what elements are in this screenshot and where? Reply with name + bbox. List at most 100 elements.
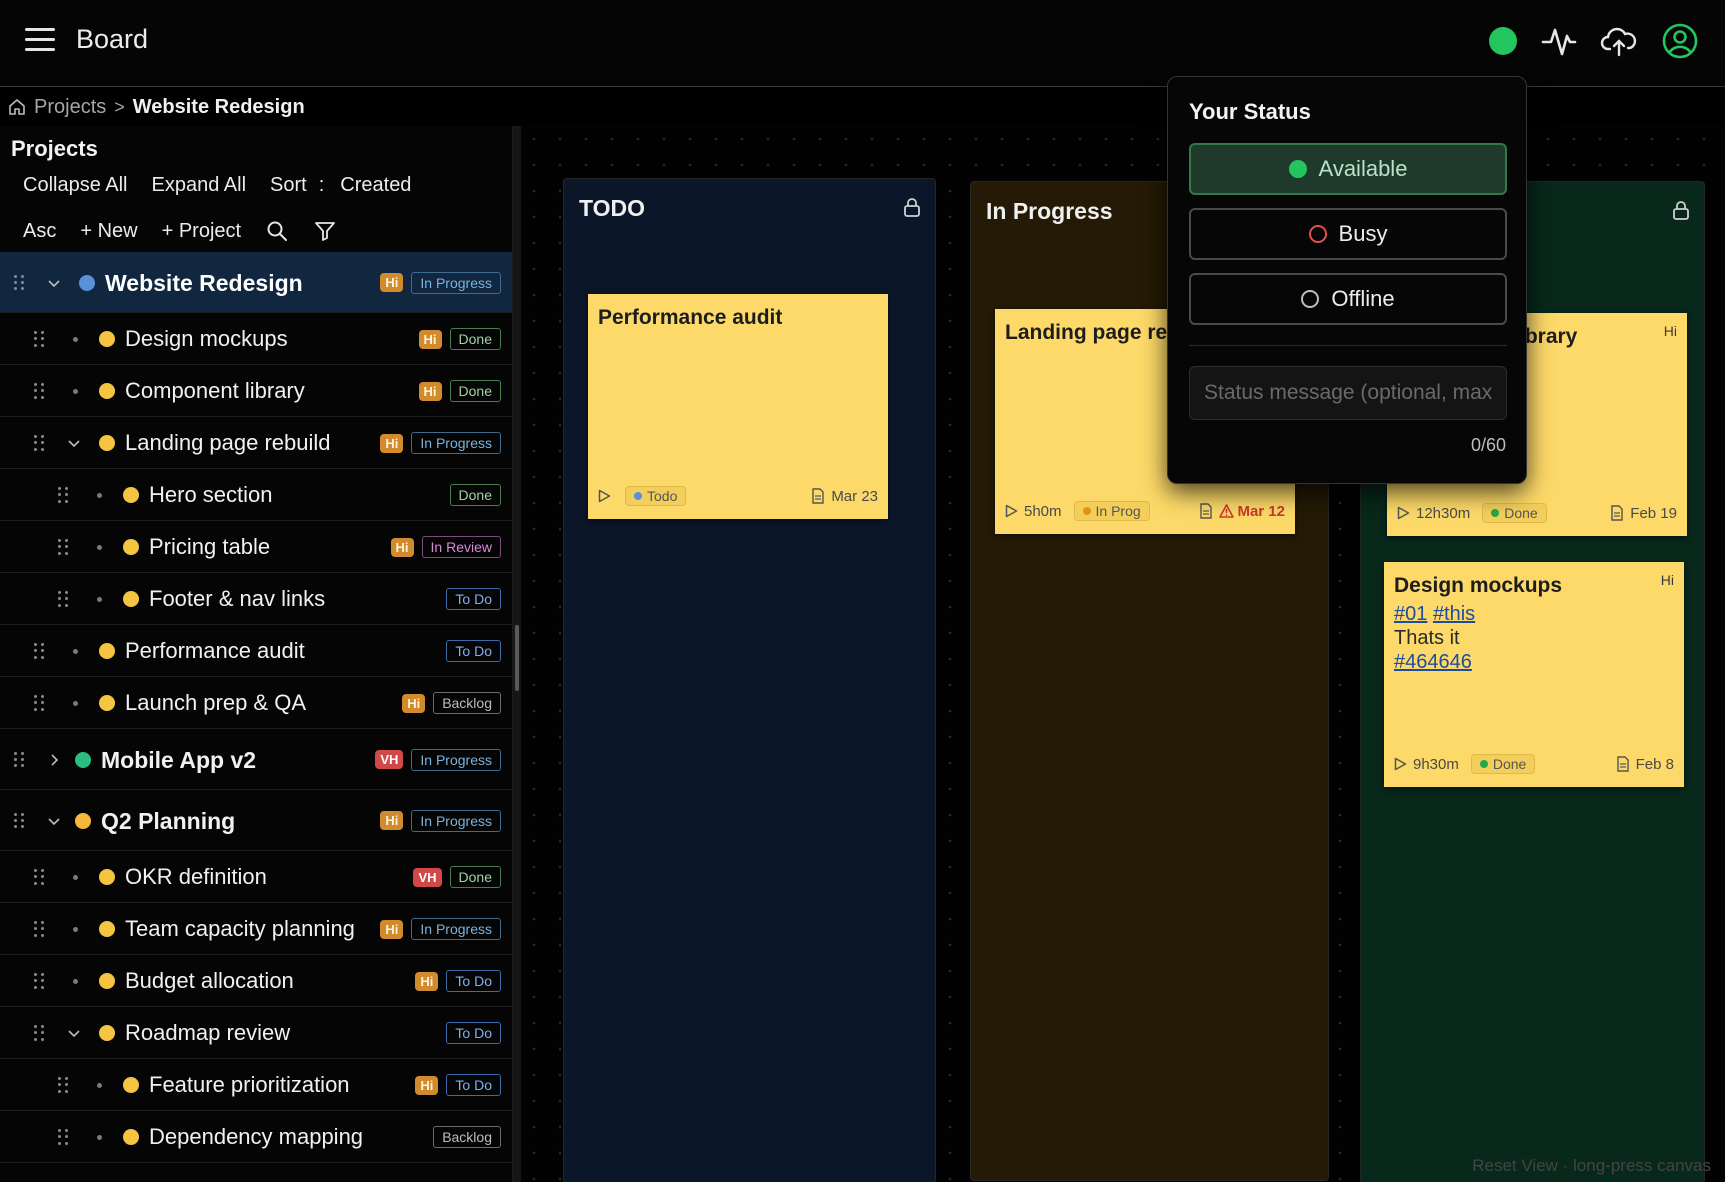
drag-handle-icon[interactable] bbox=[34, 1025, 44, 1041]
note-tag-link[interactable]: #this bbox=[1433, 603, 1475, 625]
project-row[interactable]: Mobile App v2 VH In Progress bbox=[0, 729, 512, 790]
play-icon[interactable] bbox=[598, 489, 611, 503]
chevron-right-icon[interactable] bbox=[47, 753, 61, 767]
app-title: Board bbox=[76, 24, 149, 54]
home-icon[interactable] bbox=[8, 98, 26, 116]
task-row[interactable]: Performance audit To Do bbox=[0, 625, 512, 677]
tree-bullet bbox=[97, 544, 102, 550]
drag-handle-icon[interactable] bbox=[58, 539, 68, 555]
lock-icon[interactable] bbox=[1672, 200, 1690, 220]
drag-handle-icon[interactable] bbox=[58, 591, 68, 607]
drag-handle-icon[interactable] bbox=[34, 643, 44, 659]
color-dot bbox=[99, 921, 115, 937]
status-message-input[interactable] bbox=[1189, 366, 1507, 420]
new-project-button[interactable]: + Project bbox=[150, 220, 253, 243]
sidebar-toolbar-primary: Collapse All Expand All Sort : Created bbox=[11, 174, 423, 197]
row-label: Launch prep & QA bbox=[125, 690, 307, 715]
task-row[interactable]: Team capacity planning Hi In Progress bbox=[0, 903, 512, 955]
drag-handle-icon[interactable] bbox=[14, 274, 24, 291]
note-tag-link[interactable]: #01 bbox=[1394, 603, 1427, 625]
project-row[interactable]: Website Redesign Hi In Progress bbox=[0, 252, 512, 313]
row-label: Budget allocation bbox=[125, 968, 294, 993]
drag-handle-icon[interactable] bbox=[14, 751, 24, 768]
color-dot bbox=[123, 591, 139, 607]
color-dot bbox=[99, 1025, 115, 1041]
play-icon[interactable] bbox=[1005, 504, 1018, 518]
column-title: TODO bbox=[579, 195, 646, 221]
chevron-down-icon[interactable] bbox=[67, 436, 81, 450]
tree-bullet bbox=[73, 700, 78, 706]
task-row[interactable]: Pricing table Hi In Review bbox=[0, 521, 512, 573]
priority-badge: Hi bbox=[415, 1075, 439, 1095]
status-dot bbox=[1308, 225, 1327, 243]
chevron-down-icon[interactable] bbox=[47, 276, 61, 290]
activity-icon[interactable] bbox=[1540, 22, 1578, 60]
note-date-label: Mar 23 bbox=[831, 487, 878, 505]
drag-handle-icon[interactable] bbox=[34, 383, 44, 399]
play-icon[interactable] bbox=[1397, 506, 1410, 520]
status-option-busy[interactable]: Busy bbox=[1189, 208, 1507, 260]
task-row[interactable]: Landing page rebuild Hi In Progress bbox=[0, 417, 512, 469]
chevron-down-icon[interactable] bbox=[67, 1026, 81, 1040]
breadcrumb-projects-link[interactable]: Projects bbox=[34, 96, 106, 119]
sort-order-toggle[interactable]: Asc bbox=[11, 220, 68, 243]
note-design-mockups[interactable]: Design mockups Hi #01 #this Thats it #46… bbox=[1384, 562, 1684, 787]
drag-handle-icon[interactable] bbox=[34, 695, 44, 711]
board-canvas[interactable]: TODO Performance audit Todo Mar 23 In Pr… bbox=[521, 126, 1725, 1182]
status-indicator-button[interactable] bbox=[1489, 27, 1517, 55]
task-row[interactable]: Launch prep & QA Hi Backlog bbox=[0, 677, 512, 729]
task-row[interactable]: Dependency mapping Backlog bbox=[0, 1111, 512, 1163]
project-row[interactable]: Q2 Planning Hi In Progress bbox=[0, 790, 512, 851]
note-priority: Hi bbox=[1660, 572, 1674, 588]
task-row[interactable]: OKR definition VH Done bbox=[0, 851, 512, 903]
task-row[interactable]: Feature prioritization Hi To Do bbox=[0, 1059, 512, 1111]
status-option-available[interactable]: Available bbox=[1189, 143, 1507, 195]
chevron-down-icon[interactable] bbox=[47, 814, 61, 828]
drag-handle-icon[interactable] bbox=[34, 973, 44, 989]
note-footer: 9h30m Done Feb 8 bbox=[1394, 753, 1674, 775]
task-row[interactable]: Component library Hi Done bbox=[0, 365, 512, 417]
drag-handle-icon[interactable] bbox=[34, 869, 44, 885]
drag-handle-icon[interactable] bbox=[34, 921, 44, 937]
row-badges: VH In Progress bbox=[375, 748, 501, 771]
sort-field-select[interactable]: Created bbox=[328, 174, 423, 197]
drag-handle-icon[interactable] bbox=[34, 331, 44, 347]
lock-icon[interactable] bbox=[903, 197, 921, 217]
task-row[interactable]: Budget allocation Hi To Do bbox=[0, 955, 512, 1007]
filter-icon[interactable] bbox=[313, 219, 337, 243]
expand-all-button[interactable]: Expand All bbox=[140, 174, 259, 197]
sidebar-resize-handle[interactable] bbox=[515, 625, 519, 691]
row-badges: VH Done bbox=[413, 866, 501, 888]
note-date: Feb 19 bbox=[1610, 505, 1677, 522]
cloud-upload-icon[interactable] bbox=[1600, 22, 1638, 60]
row-badges: Hi To Do bbox=[415, 1074, 501, 1096]
breadcrumb: Projects > Website Redesign bbox=[8, 94, 305, 120]
breadcrumb-current: Website Redesign bbox=[132, 95, 305, 118]
note-tag-link[interactable]: #464646 bbox=[1394, 651, 1472, 673]
play-icon[interactable] bbox=[1394, 757, 1407, 771]
row-badges: Hi Done bbox=[418, 380, 501, 402]
search-icon[interactable] bbox=[265, 219, 289, 243]
drag-handle-icon[interactable] bbox=[58, 1129, 68, 1145]
menu-icon[interactable] bbox=[25, 28, 55, 54]
drag-handle-icon[interactable] bbox=[58, 487, 68, 503]
popover-title: Your Status bbox=[1189, 99, 1311, 124]
new-item-button[interactable]: + New bbox=[68, 220, 149, 243]
task-row[interactable]: Design mockups Hi Done bbox=[0, 313, 512, 365]
tree-bullet bbox=[73, 388, 78, 394]
task-row[interactable]: Footer & nav links To Do bbox=[0, 573, 512, 625]
note-time: 12h30m bbox=[1416, 504, 1471, 522]
note-performance-audit[interactable]: Performance audit Todo Mar 23 bbox=[588, 294, 888, 519]
note-date: Mar 23 bbox=[811, 488, 878, 505]
status-badge: In Progress bbox=[411, 432, 501, 454]
task-row[interactable]: Hero section Done bbox=[0, 469, 512, 521]
sort-label[interactable]: Sort bbox=[258, 174, 315, 197]
drag-handle-icon[interactable] bbox=[34, 435, 44, 451]
status-option-offline[interactable]: Offline bbox=[1189, 273, 1507, 325]
user-icon[interactable] bbox=[1661, 22, 1699, 60]
collapse-all-button[interactable]: Collapse All bbox=[11, 174, 140, 197]
sidebar-toolbar-secondary: Asc + New + Project bbox=[11, 219, 349, 243]
drag-handle-icon[interactable] bbox=[14, 812, 24, 829]
drag-handle-icon[interactable] bbox=[58, 1077, 68, 1093]
task-row[interactable]: Roadmap review To Do bbox=[0, 1007, 512, 1059]
